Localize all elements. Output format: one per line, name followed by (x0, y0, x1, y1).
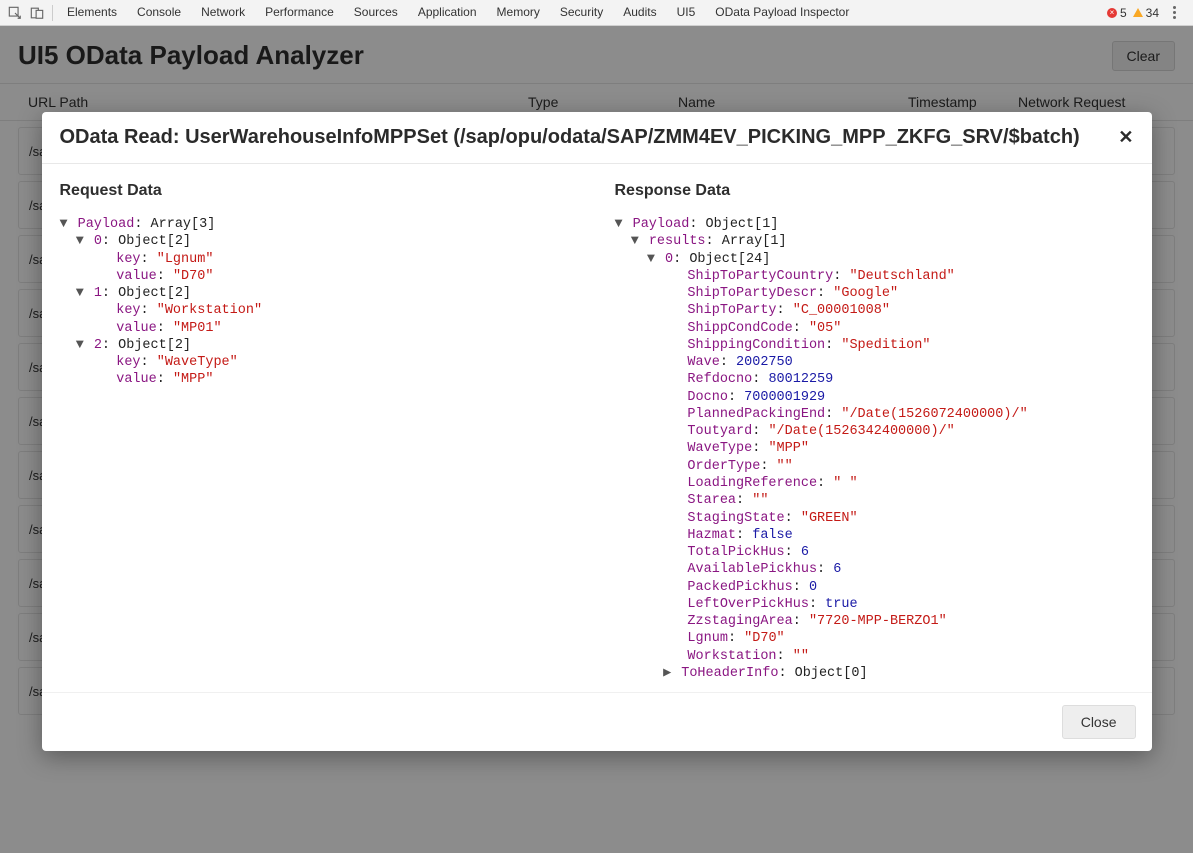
tab-console[interactable]: Console (127, 0, 191, 25)
tab-odata-inspector[interactable]: OData Payload Inspector (705, 0, 859, 25)
tab-sources[interactable]: Sources (344, 0, 408, 25)
error-icon: × (1107, 8, 1117, 18)
device-toggle-icon[interactable] (26, 2, 48, 24)
close-icon[interactable]: ✕ (1118, 127, 1133, 148)
response-tree[interactable]: ▼ Payload: Object[1] ▼ results: Array[1]… (615, 216, 1134, 682)
request-heading: Request Data (60, 182, 579, 200)
more-menu-icon[interactable] (1165, 6, 1183, 19)
devtools-tabs: Elements Console Network Performance Sou… (57, 0, 859, 25)
error-count-badge[interactable]: × 5 (1107, 6, 1127, 20)
tab-security[interactable]: Security (550, 0, 613, 25)
response-pane: Response Data ▼ Payload: Object[1] ▼ res… (597, 182, 1152, 682)
tab-network[interactable]: Network (191, 0, 255, 25)
tab-elements[interactable]: Elements (57, 0, 127, 25)
modal-dialog: OData Read: UserWarehouseInfoMPPSet (/sa… (42, 112, 1152, 751)
warning-count-badge[interactable]: 34 (1133, 6, 1159, 20)
close-button[interactable]: Close (1062, 705, 1136, 739)
inspect-icon[interactable] (4, 2, 26, 24)
warning-icon (1133, 8, 1143, 17)
request-tree[interactable]: ▼ Payload: Array[3] ▼ 0: Object[2] key: … (60, 216, 579, 389)
tab-memory[interactable]: Memory (487, 0, 550, 25)
tab-ui5[interactable]: UI5 (667, 0, 706, 25)
devtools-tabbar: Elements Console Network Performance Sou… (0, 0, 1193, 26)
request-pane: Request Data ▼ Payload: Array[3] ▼ 0: Ob… (42, 182, 597, 682)
tab-performance[interactable]: Performance (255, 0, 344, 25)
modal-overlay: OData Read: UserWarehouseInfoMPPSet (/sa… (0, 26, 1193, 853)
error-count: 5 (1120, 6, 1127, 20)
tab-audits[interactable]: Audits (613, 0, 666, 25)
tab-application[interactable]: Application (408, 0, 487, 25)
response-heading: Response Data (615, 182, 1134, 200)
modal-title: OData Read: UserWarehouseInfoMPPSet (/sa… (60, 126, 1080, 149)
separator (52, 5, 53, 21)
warning-count: 34 (1146, 6, 1159, 20)
